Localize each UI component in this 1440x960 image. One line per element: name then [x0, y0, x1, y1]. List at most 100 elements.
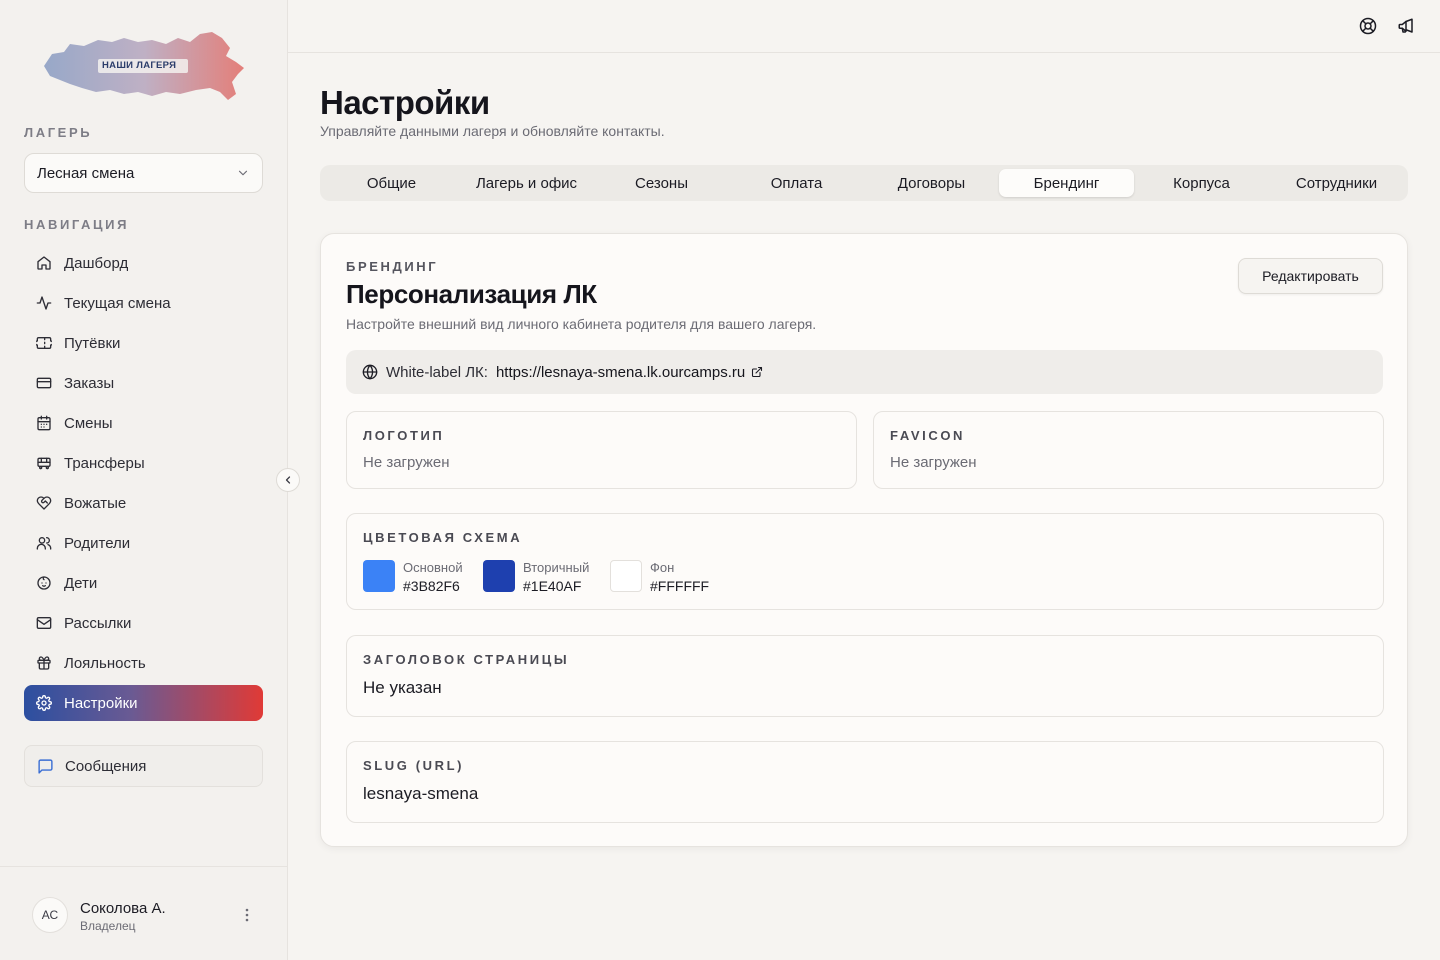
sidebar-item-label: Дашборд — [64, 254, 129, 272]
nav-section-label: НАВИГАЦИЯ — [24, 217, 130, 232]
sidebar-item-mailings[interactable]: Рассылки — [24, 605, 263, 641]
camp-section-label: ЛАГЕРЬ — [24, 125, 93, 140]
sidebar-item-loyalty[interactable]: Лояльность — [24, 645, 263, 681]
color-name: Вторичный — [523, 560, 590, 575]
gear-icon — [36, 695, 52, 711]
sidebar-item-label: Лояльность — [64, 654, 146, 672]
sidebar-nav: Дашборд Текущая смена Путёвки Заказы Сме… — [24, 245, 263, 725]
sidebar-item-label: Родители — [64, 534, 131, 552]
sidebar-item-dashboard[interactable]: Дашборд — [24, 245, 263, 281]
page-title-value: Не указан — [363, 678, 442, 697]
color-scheme-label: ЦВЕТОВАЯ СХЕМА — [363, 530, 523, 545]
credit-card-icon — [36, 377, 52, 389]
sidebar-item-label: Вожатые — [64, 494, 127, 512]
bus-icon — [37, 457, 51, 470]
tab-payment[interactable]: Оплата — [729, 169, 864, 197]
sidebar-item-parents[interactable]: Родители — [24, 525, 263, 561]
color-hex: #3B82F6 — [403, 578, 460, 594]
color-secondary: Вторичный #1E40AF — [483, 560, 589, 596]
user-role: Владелец — [80, 919, 136, 933]
page-subtitle: Управляйте данными лагеря и обновляйте к… — [320, 123, 665, 139]
sidebar: НАШИ ЛАГЕРЯ ЛАГЕРЬ Лесная смена НАВИГАЦИ… — [0, 0, 288, 960]
avatar[interactable]: АС — [32, 897, 68, 933]
color-background: Фон #FFFFFF — [610, 560, 709, 596]
ticket-icon — [36, 337, 52, 349]
sidebar-item-settings[interactable]: Настройки — [24, 685, 263, 721]
favicon-box: FAVICON Не загружен — [873, 411, 1384, 489]
slug-value: lesnaya-smena — [363, 784, 479, 803]
sidebar-item-label: Рассылки — [64, 614, 132, 632]
chevron-down-icon — [238, 170, 248, 176]
globe-icon — [362, 364, 378, 380]
sidebar-item-label: Дети — [64, 574, 98, 592]
activity-icon — [36, 296, 52, 310]
color-name: Основной — [403, 560, 463, 575]
baby-icon — [37, 576, 51, 590]
external-link-icon[interactable] — [751, 366, 763, 378]
messages-button[interactable]: Сообщения — [24, 745, 263, 787]
tab-seasons[interactable]: Сезоны — [594, 169, 729, 197]
camp-select[interactable]: Лесная смена — [24, 153, 263, 193]
users-icon — [36, 537, 52, 550]
branding-card: БРЕНДИНГ Персонализация ЛК Настройте вне… — [320, 233, 1408, 847]
favicon-value: Не загружен — [890, 454, 977, 471]
collapse-sidebar-button[interactable] — [276, 468, 300, 492]
color-primary: Основной #3B82F6 — [363, 560, 463, 596]
sidebar-item-label: Трансферы — [64, 454, 145, 472]
favicon-label: FAVICON — [890, 428, 966, 443]
help-lifebuoy-icon[interactable] — [1359, 17, 1377, 35]
color-scheme-box: ЦВЕТОВАЯ СХЕМА Основной #3B82F6 Вторичны… — [346, 513, 1384, 610]
camp-select-value: Лесная смена — [37, 164, 135, 182]
slug-label: SLUG (URL) — [363, 758, 465, 773]
sidebar-item-label: Настройки — [64, 694, 138, 712]
sidebar-item-label: Смены — [64, 414, 113, 432]
page-title: Настройки — [320, 84, 490, 121]
tab-contracts[interactable]: Договоры — [864, 169, 999, 197]
sidebar-item-children[interactable]: Дети — [24, 565, 263, 601]
sidebar-item-label: Заказы — [64, 374, 115, 392]
white-label-bar: White-label ЛК: https://lesnaya-smena.lk… — [346, 350, 1383, 394]
gift-icon — [37, 656, 51, 670]
home-icon — [37, 256, 51, 270]
logo-text: НАШИ ЛАГЕРЯ — [102, 60, 177, 71]
sidebar-item-label: Путёвки — [64, 334, 121, 352]
color-swatch-secondary — [483, 560, 515, 592]
brand-logo[interactable]: НАШИ ЛАГЕРЯ — [40, 30, 250, 102]
white-label-prefix: White-label ЛК: — [386, 363, 488, 381]
calendar-icon — [37, 415, 51, 431]
sidebar-item-vouchers[interactable]: Путёвки — [24, 325, 263, 361]
tab-buildings[interactable]: Корпуса — [1134, 169, 1269, 197]
sidebar-item-label: Текущая смена — [64, 294, 171, 312]
sidebar-item-transfers[interactable]: Трансферы — [24, 445, 263, 481]
color-hex: #1E40AF — [523, 578, 582, 594]
page-title-box: ЗАГОЛОВОК СТРАНИЦЫ Не указан — [346, 635, 1384, 717]
more-vertical-icon[interactable] — [240, 907, 254, 923]
tab-staff[interactable]: Сотрудники — [1269, 169, 1404, 197]
logo-label: ЛОГОТИП — [363, 428, 445, 443]
color-name: Фон — [650, 560, 675, 575]
user-panel: АС Соколова А. Владелец — [0, 866, 288, 960]
chevron-left-icon — [285, 476, 291, 484]
white-label-link[interactable]: https://lesnaya-smena.lk.ourcamps.ru — [496, 364, 745, 381]
card-description: Настройте внешний вид личного кабинета р… — [346, 316, 817, 332]
tab-camp-office[interactable]: Лагерь и офис — [459, 169, 594, 197]
color-swatch-background — [610, 560, 642, 592]
sidebar-item-counselors[interactable]: Вожатые — [24, 485, 263, 521]
settings-tabs: Общие Лагерь и офис Сезоны Оплата Догово… — [320, 165, 1408, 201]
messages-label: Сообщения — [65, 757, 147, 775]
sidebar-item-shifts[interactable]: Смены — [24, 405, 263, 441]
megaphone-icon[interactable] — [1397, 17, 1415, 35]
sidebar-item-orders[interactable]: Заказы — [24, 365, 263, 401]
logo-box: ЛОГОТИП Не загружен — [346, 411, 857, 489]
page-title-label: ЗАГОЛОВОК СТРАНИЦЫ — [363, 652, 570, 667]
logo-value: Не загружен — [363, 454, 450, 471]
color-swatch-primary — [363, 560, 395, 592]
message-square-icon — [38, 758, 53, 774]
edit-button[interactable]: Редактировать — [1238, 258, 1383, 294]
tab-general[interactable]: Общие — [324, 169, 459, 197]
top-bar — [288, 0, 1440, 53]
color-hex: #FFFFFF — [650, 578, 710, 594]
card-eyebrow: БРЕНДИНГ — [346, 259, 439, 274]
sidebar-item-current-shift[interactable]: Текущая смена — [24, 285, 263, 321]
tab-branding[interactable]: Брендинг — [999, 169, 1134, 197]
